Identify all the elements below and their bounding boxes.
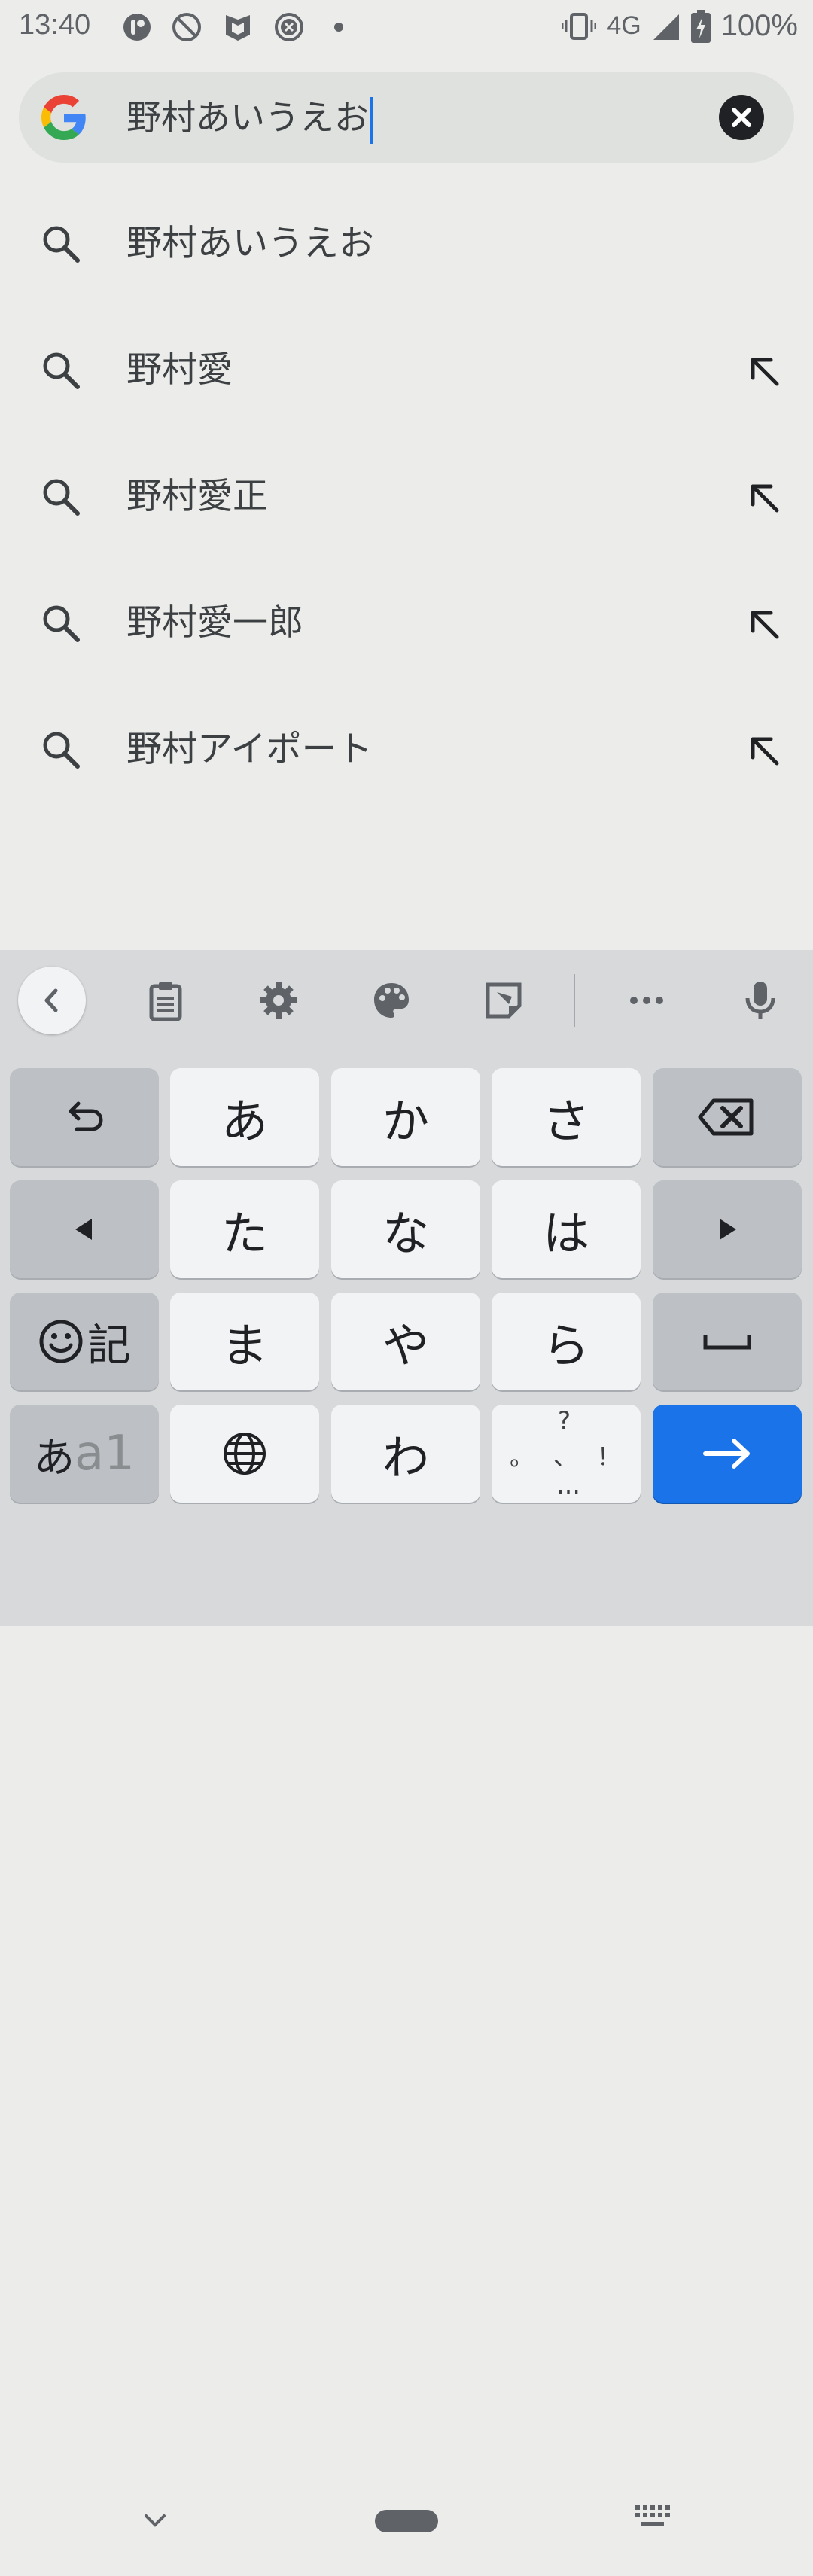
language-key[interactable] — [170, 1405, 319, 1503]
mic-icon[interactable] — [740, 980, 781, 1021]
suggestion-item[interactable]: 野村あいうえお — [0, 181, 813, 307]
no-disturb-icon — [172, 13, 201, 41]
search-icon — [43, 226, 80, 263]
status-right: 4G 100% — [562, 9, 798, 43]
palette-icon[interactable] — [371, 980, 412, 1021]
suggestion-text: 野村愛正 — [126, 476, 268, 517]
navigation-bar — [0, 2448, 813, 2576]
space-key[interactable] — [653, 1293, 802, 1390]
suggestion-item[interactable]: 野村愛 — [0, 307, 813, 434]
search-icon — [43, 732, 80, 769]
battery-charging-icon — [690, 9, 711, 43]
clear-button[interactable] — [719, 95, 764, 140]
left-arrow-icon — [75, 1219, 92, 1240]
suggestion-item[interactable]: 野村愛正 — [0, 434, 813, 560]
search-box[interactable]: 野村あいうえお — [19, 72, 794, 163]
punct-mid: 、 — [553, 1442, 578, 1471]
signal-icon — [653, 14, 679, 40]
punct-left: 。 — [510, 1442, 534, 1471]
cancel-circle-icon — [275, 13, 303, 41]
punct-right: ！ — [597, 1442, 622, 1471]
undo-key[interactable] — [10, 1068, 159, 1166]
right-arrow-icon — [720, 1219, 736, 1240]
key-wa[interactable]: わ — [331, 1405, 480, 1503]
search-icon — [43, 352, 80, 389]
cursor-right-key[interactable] — [653, 1180, 802, 1278]
clipboard-icon[interactable] — [145, 980, 186, 1021]
chevron-down-icon[interactable] — [140, 2505, 170, 2535]
chevron-left-icon — [44, 988, 58, 1012]
key-ra[interactable]: ら — [492, 1293, 641, 1390]
space-icon — [703, 1335, 751, 1350]
app-icon — [123, 14, 151, 41]
home-pill[interactable] — [375, 2510, 438, 2532]
key-na[interactable]: な — [331, 1180, 480, 1278]
emoji-key[interactable]: 記 — [10, 1293, 159, 1390]
mode-alpha-label: a1 — [75, 1426, 135, 1481]
keyboard-switch-icon[interactable] — [634, 2504, 671, 2534]
mode-kana-label: あ — [34, 1433, 75, 1481]
fill-query-arrow-icon[interactable] — [745, 605, 783, 643]
toolbar-divider — [574, 974, 575, 1027]
enter-key[interactable] — [653, 1405, 802, 1503]
search-query: 野村あいうえお — [126, 97, 369, 138]
backspace-icon — [698, 1098, 754, 1136]
suggestion-text: 野村あいうえお — [126, 223, 374, 264]
suggestion-item[interactable]: 野村愛一郎 — [0, 560, 813, 687]
key-ma[interactable]: ま — [170, 1293, 319, 1390]
more-icon[interactable] — [626, 980, 667, 1021]
emoji-icon — [39, 1320, 83, 1363]
keyboard: あ か さ た な は 記 ま や ら あ a1 わ ? 。 、 ！ … — [0, 950, 813, 2532]
punct-top: ? — [558, 1406, 571, 1435]
key-ya[interactable]: や — [331, 1293, 480, 1390]
gear-icon[interactable] — [258, 980, 299, 1021]
backspace-key[interactable] — [653, 1068, 802, 1166]
toolbar-collapse-button[interactable] — [18, 967, 86, 1034]
suggestion-text: 野村愛 — [126, 349, 233, 391]
sticker-icon[interactable] — [483, 980, 524, 1021]
status-bar: 13:40 4G 100% — [0, 0, 813, 53]
punctuation-key[interactable]: ? 。 、 ！ … — [492, 1405, 641, 1503]
input-mode-key[interactable]: あ a1 — [10, 1405, 159, 1503]
google-g-logo — [41, 95, 86, 140]
fill-query-arrow-icon[interactable] — [745, 352, 783, 390]
fill-query-arrow-icon[interactable] — [745, 732, 783, 769]
vibrate-icon — [562, 12, 597, 40]
globe-icon — [224, 1433, 266, 1475]
search-input[interactable]: 野村あいうえお — [126, 92, 373, 144]
punct-bottom: … — [556, 1471, 580, 1500]
network-type: 4G — [607, 11, 641, 40]
enter-arrow-icon — [703, 1439, 750, 1469]
suggestion-text: 野村愛一郎 — [126, 602, 303, 644]
shield-icon — [226, 15, 250, 41]
undo-icon — [69, 1101, 103, 1131]
suggestion-item[interactable]: 野村アイポート — [0, 687, 813, 813]
text-caret — [370, 96, 373, 144]
search-icon — [43, 479, 80, 516]
key-ta[interactable]: た — [170, 1180, 319, 1278]
dot-icon — [334, 23, 343, 32]
key-a[interactable]: あ — [170, 1068, 319, 1166]
battery-percent: 100% — [720, 9, 798, 42]
status-time: 13:40 — [19, 9, 91, 41]
cursor-left-key[interactable] — [10, 1180, 159, 1278]
suggestion-text: 野村アイポート — [126, 729, 373, 770]
key-sa[interactable]: さ — [492, 1068, 641, 1166]
key-ka[interactable]: か — [331, 1068, 480, 1166]
search-icon — [43, 605, 80, 642]
fill-query-arrow-icon[interactable] — [745, 479, 783, 516]
emoji-key-label: 記 — [87, 1320, 131, 1371]
key-ha[interactable]: は — [492, 1180, 641, 1278]
keyboard-toolbar — [0, 950, 813, 1049]
